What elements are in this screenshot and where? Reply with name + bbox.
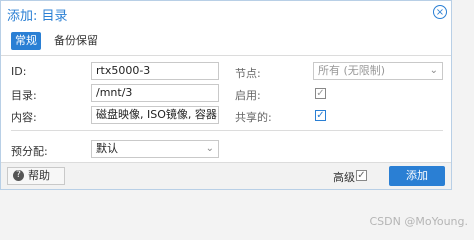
content-select[interactable]: 磁盘映像, ISO镜像, 容器 ⌄: [91, 106, 219, 124]
dialog-footer: ? 帮助 高级 ✓ 添加: [1, 162, 451, 189]
close-icon[interactable]: ×: [433, 5, 447, 19]
help-label: 帮助: [28, 169, 50, 182]
tab-backup-retention[interactable]: 备份保留: [54, 32, 98, 50]
tab-general[interactable]: 常规: [11, 32, 41, 50]
nodes-label: 节点:: [235, 67, 261, 80]
prealloc-label: 预分配:: [11, 145, 48, 158]
chevron-down-icon: ⌄: [205, 109, 214, 120]
dialog-titlebar: 添加: 目录 ×: [1, 1, 451, 25]
prealloc-value: 默认: [96, 142, 118, 155]
nodes-select[interactable]: 所有 (无限制) ⌄: [313, 62, 443, 80]
content-label: 内容:: [11, 111, 37, 124]
chevron-down-icon: ⌄: [205, 143, 214, 154]
enabled-label: 启用:: [235, 89, 261, 102]
prealloc-select[interactable]: 默认 ⌄: [91, 140, 219, 158]
add-directory-dialog: 添加: 目录 × 常规 备份保留 ID: rtx5000-3 目录: /mnt/…: [0, 0, 452, 190]
advanced-label: 高级: [333, 171, 355, 184]
shared-checkbox[interactable]: ✓: [315, 110, 326, 121]
section-divider: [11, 130, 443, 131]
id-input[interactable]: rtx5000-3: [91, 62, 219, 80]
directory-input[interactable]: /mnt/3: [91, 84, 219, 102]
id-label: ID:: [11, 65, 27, 78]
help-icon: ?: [13, 170, 24, 181]
advanced-checkbox[interactable]: ✓: [356, 170, 367, 181]
enabled-checkbox[interactable]: ✓: [315, 88, 326, 99]
shared-label: 共享的:: [235, 111, 272, 124]
content-value: 磁盘映像, ISO镜像, 容器: [96, 108, 217, 121]
directory-label: 目录:: [11, 89, 37, 102]
watermark-text: CSDN @MoYoung.: [369, 215, 469, 228]
chevron-down-icon: ⌄: [429, 65, 438, 76]
id-value: rtx5000-3: [96, 64, 151, 77]
dialog-title: 添加: 目录: [7, 9, 68, 24]
directory-value: /mnt/3: [96, 86, 133, 99]
add-button[interactable]: 添加: [389, 166, 445, 186]
nodes-value: 所有 (无限制): [318, 64, 386, 77]
tab-divider: [1, 55, 451, 56]
help-button[interactable]: ? 帮助: [7, 167, 65, 185]
